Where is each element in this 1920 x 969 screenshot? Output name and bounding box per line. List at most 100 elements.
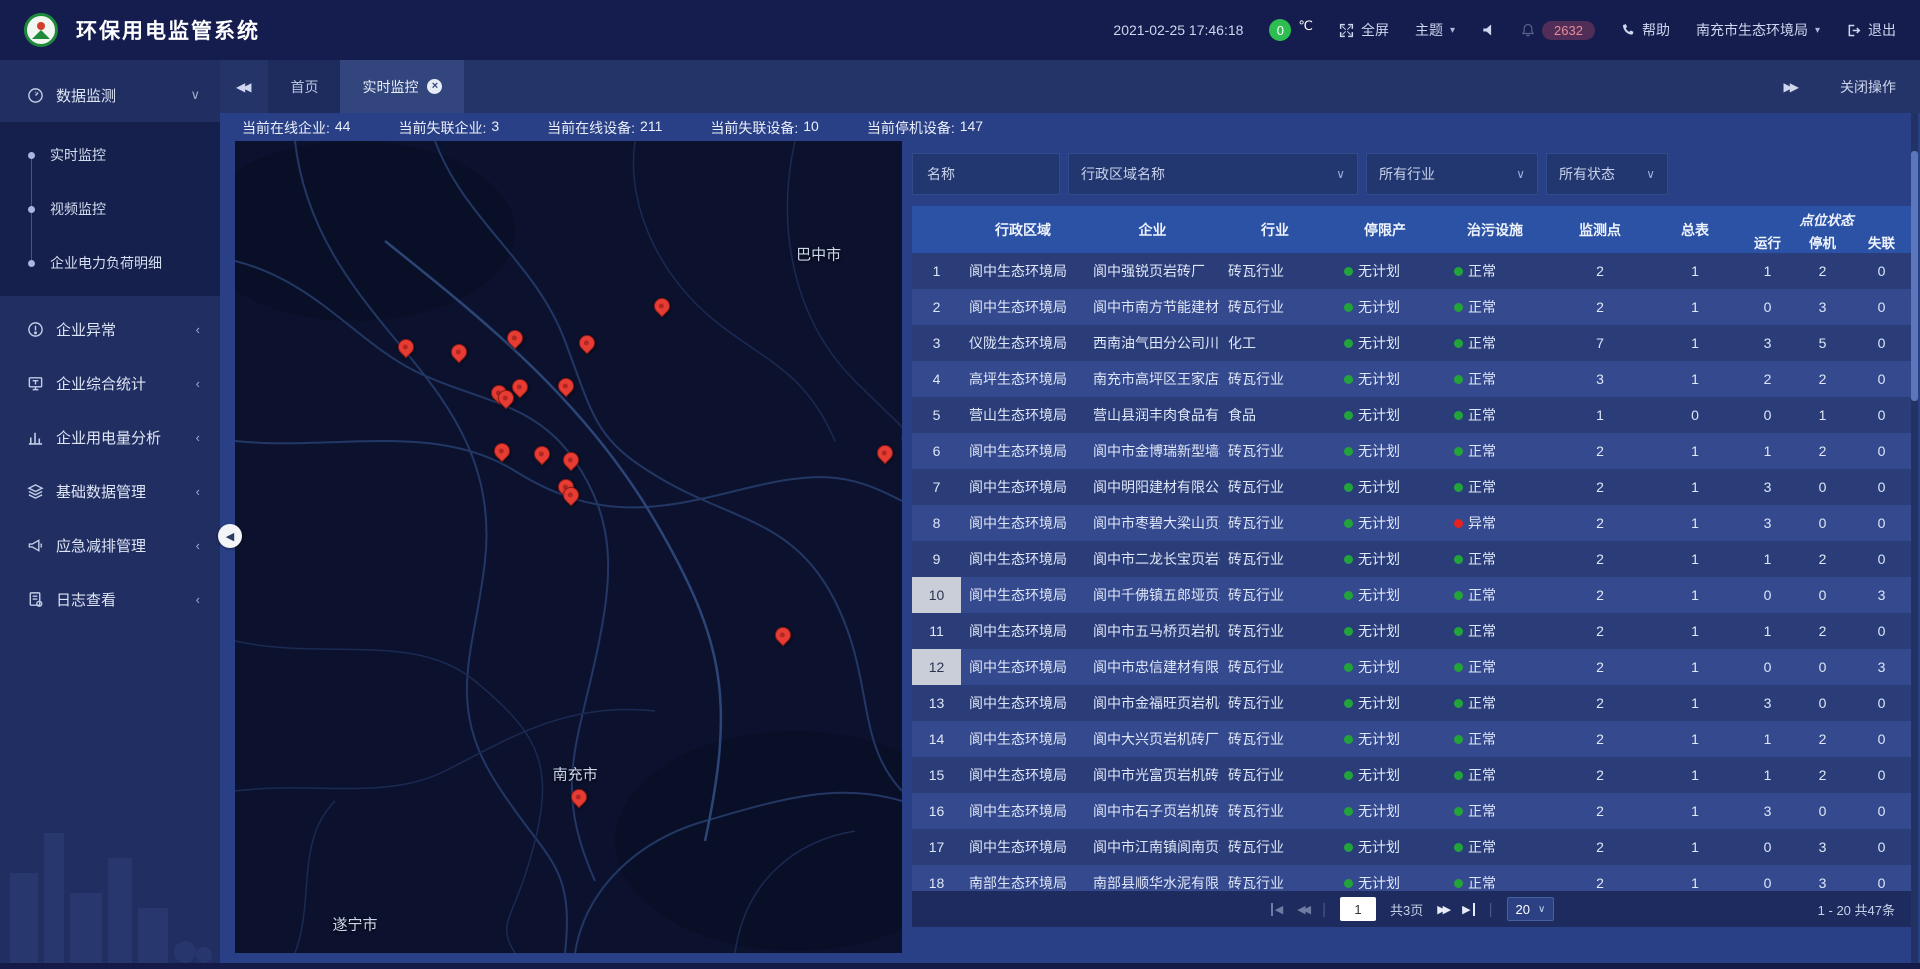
chevron-down-icon: ▾ bbox=[1815, 25, 1820, 36]
cell-facility: 正常 bbox=[1440, 757, 1550, 793]
status-dot-icon bbox=[1454, 447, 1463, 456]
page-size-value: 20 bbox=[1516, 902, 1530, 917]
cell-run: 3 bbox=[1740, 469, 1795, 505]
table-row[interactable]: 10阆中生态环境局阆中千佛镇五郎垭页岩砖瓦行业无计划正常21003 bbox=[912, 577, 1913, 613]
monitor-panel: 行政区域名称 ∨ 所有行业 ∨ 所有状态 ∨ 行政区域 企业 行业 停限产 治污… bbox=[912, 153, 1913, 927]
cell-index: 1 bbox=[912, 253, 961, 289]
cell-company: 阆中市二龙长宝页岩砖 bbox=[1085, 541, 1220, 577]
chevron-down-icon: ∨ bbox=[1326, 167, 1345, 181]
sidebar-collapse-handle[interactable]: ◀ bbox=[218, 524, 242, 548]
status-dot-icon bbox=[1454, 699, 1463, 708]
tabs-scroll-right-button[interactable]: ▶▶ bbox=[1768, 80, 1812, 94]
status-dot-icon bbox=[1454, 555, 1463, 564]
name-filter-input[interactable] bbox=[925, 165, 1047, 183]
table-row[interactable]: 4高坪生态环境局南充市高坪区王家店建砖瓦行业无计划正常31220 bbox=[912, 361, 1913, 397]
col-header-stop: 停机 bbox=[1795, 230, 1850, 253]
cell-industry: 砖瓦行业 bbox=[1220, 829, 1330, 865]
cell-stop: 3 bbox=[1795, 829, 1850, 865]
org-dropdown[interactable]: 南充市生态环境局 ▾ bbox=[1696, 20, 1820, 40]
chevron-down-icon: ∨ bbox=[1506, 167, 1525, 181]
pager-next-button[interactable]: ▶▶ bbox=[1437, 903, 1448, 916]
table-row[interactable]: 18南部生态环境局南部县顺华水泥有限公砖瓦行业无计划正常21030 bbox=[912, 865, 1913, 891]
table-row[interactable]: 8阆中生态环境局阆中市枣碧大梁山页岩砖瓦行业无计划异常21300 bbox=[912, 505, 1913, 541]
chevron-down-icon: ∨ bbox=[1538, 904, 1545, 915]
theme-dropdown[interactable]: 主题 ▾ bbox=[1415, 20, 1455, 40]
tab-home[interactable]: 首页 bbox=[268, 60, 340, 113]
cell-stop: 2 bbox=[1795, 613, 1850, 649]
page-scrollbar[interactable] bbox=[1911, 113, 1918, 963]
total-pages-label: 共3页 bbox=[1390, 900, 1423, 919]
pager-first-button[interactable]: ◀ bbox=[1271, 903, 1283, 916]
status-filter-dropdown[interactable]: 所有状态 ∨ bbox=[1546, 153, 1668, 195]
tabs-scroll-left-button[interactable]: ◀◀ bbox=[220, 60, 264, 113]
sidebar-section-emergency-reduction[interactable]: 应急减排管理 ‹ bbox=[0, 518, 220, 572]
table-row[interactable]: 7阆中生态环境局阆中明阳建材有限公司砖瓦行业无计划正常21300 bbox=[912, 469, 1913, 505]
sidebar-section-base-data[interactable]: 基础数据管理 ‹ bbox=[0, 464, 220, 518]
sidebar-item-power-load-detail[interactable]: 企业电力负荷明细 bbox=[0, 236, 220, 290]
sidebar-section-company-abnormal[interactable]: 企业异常 ‹ bbox=[0, 302, 220, 356]
stat-label: 当前在线企业: bbox=[242, 118, 330, 138]
status-text: 正常 bbox=[1468, 585, 1496, 605]
table-row[interactable]: 5营山生态环境局营山县润丰肉食品有限食品无计划正常10010 bbox=[912, 397, 1913, 433]
page-number-input[interactable] bbox=[1340, 897, 1376, 921]
table-row[interactable]: 17阆中生态环境局阆中市江南镇阆南页岩砖瓦行业无计划正常21030 bbox=[912, 829, 1913, 865]
table-row[interactable]: 15阆中生态环境局阆中市光富页岩机砖厂砖瓦行业无计划正常21120 bbox=[912, 757, 1913, 793]
bell-icon bbox=[1521, 23, 1535, 37]
pager-last-button[interactable]: ▶ bbox=[1462, 903, 1474, 916]
fullscreen-button[interactable]: 全屏 bbox=[1339, 20, 1389, 40]
table-row[interactable]: 13阆中生态环境局阆中市金福旺页岩机砖砖瓦行业无计划正常21300 bbox=[912, 685, 1913, 721]
pager-prev-button[interactable]: ◀◀ bbox=[1297, 903, 1308, 916]
sidebar-section-power-analysis[interactable]: 企业用电量分析 ‹ bbox=[0, 410, 220, 464]
industry-filter-dropdown[interactable]: 所有行业 ∨ bbox=[1366, 153, 1538, 195]
sidebar-item-realtime-monitor[interactable]: 实时监控 bbox=[0, 128, 220, 182]
status-dot-icon bbox=[1454, 843, 1463, 852]
stat-value: 211 bbox=[640, 118, 662, 138]
sidebar-item-video-monitor[interactable]: 视频监控 bbox=[0, 182, 220, 236]
close-operations-button[interactable]: 关闭操作 bbox=[1840, 77, 1896, 97]
sidebar-section-data-monitor[interactable]: 数据监测 ∨ bbox=[0, 68, 220, 122]
cell-facility: 正常 bbox=[1440, 685, 1550, 721]
status-text: 无计划 bbox=[1358, 261, 1400, 281]
table-row[interactable]: 16阆中生态环境局阆中市石子页岩机砖厂砖瓦行业无计划正常21300 bbox=[912, 793, 1913, 829]
scrollbar-thumb[interactable] bbox=[1911, 151, 1918, 401]
tab-realtime-monitor[interactable]: 实时监控 × bbox=[340, 60, 464, 113]
cell-company: 阆中市江南镇阆南页岩 bbox=[1085, 829, 1220, 865]
cell-lost: 3 bbox=[1850, 649, 1913, 685]
table-row[interactable]: 1阆中生态环境局阆中强锐页岩砖厂砖瓦行业无计划正常21120 bbox=[912, 253, 1913, 289]
status-text: 正常 bbox=[1468, 765, 1496, 785]
table-row[interactable]: 12阆中生态环境局阆中市忠信建材有限公砖瓦行业无计划正常21003 bbox=[912, 649, 1913, 685]
table-row[interactable]: 9阆中生态环境局阆中市二龙长宝页岩砖砖瓦行业无计划正常21120 bbox=[912, 541, 1913, 577]
status-dot-icon bbox=[1454, 375, 1463, 384]
cell-stop: 2 bbox=[1795, 361, 1850, 397]
table-row[interactable]: 6阆中生态环境局阆中市金博瑞新型墙材砖瓦行业无计划正常21120 bbox=[912, 433, 1913, 469]
notification-area[interactable]: 2632 bbox=[1521, 21, 1595, 40]
notification-count-badge: 2632 bbox=[1542, 21, 1595, 40]
cell-run: 3 bbox=[1740, 685, 1795, 721]
region-filter-dropdown[interactable]: 行政区域名称 ∨ bbox=[1068, 153, 1358, 195]
page-size-select[interactable]: 20 ∨ bbox=[1507, 897, 1555, 921]
cell-company: 阆中市光富页岩机砖厂 bbox=[1085, 757, 1220, 793]
sidebar-section-company-statistics[interactable]: 企业综合统计 ‹ bbox=[0, 356, 220, 410]
status-text: 无计划 bbox=[1358, 801, 1400, 821]
cell-index: 4 bbox=[912, 361, 961, 397]
mute-button[interactable] bbox=[1481, 23, 1495, 37]
cell-index: 14 bbox=[912, 721, 961, 757]
status-text: 无计划 bbox=[1358, 333, 1400, 353]
table-row[interactable]: 2阆中生态环境局阆中市南方节能建材有砖瓦行业无计划正常21030 bbox=[912, 289, 1913, 325]
name-filter-input-box[interactable] bbox=[912, 153, 1060, 195]
cell-points: 3 bbox=[1550, 361, 1650, 397]
exit-label: 退出 bbox=[1868, 20, 1896, 40]
col-header-limit: 停限产 bbox=[1330, 206, 1440, 253]
tab-close-icon[interactable]: × bbox=[427, 79, 442, 94]
map-panel[interactable]: 巴中市 南充市 遂宁市 bbox=[235, 141, 902, 953]
table-row[interactable]: 3仪陇生态环境局西南油气田分公司川中化工无计划正常71350 bbox=[912, 325, 1913, 361]
exit-button[interactable]: 退出 bbox=[1846, 20, 1896, 40]
cell-index: 13 bbox=[912, 685, 961, 721]
help-button[interactable]: 帮助 bbox=[1621, 20, 1670, 40]
cell-meter: 1 bbox=[1650, 793, 1740, 829]
table-row[interactable]: 11阆中生态环境局阆中市五马桥页岩机砖砖瓦行业无计划正常21120 bbox=[912, 613, 1913, 649]
table-row[interactable]: 14阆中生态环境局阆中大兴页岩机砖厂砖瓦行业无计划正常21120 bbox=[912, 721, 1913, 757]
bar-chart-icon bbox=[27, 429, 44, 446]
cell-facility: 异常 bbox=[1440, 505, 1550, 541]
sidebar-section-log-view[interactable]: 日志查看 ‹ bbox=[0, 572, 220, 626]
